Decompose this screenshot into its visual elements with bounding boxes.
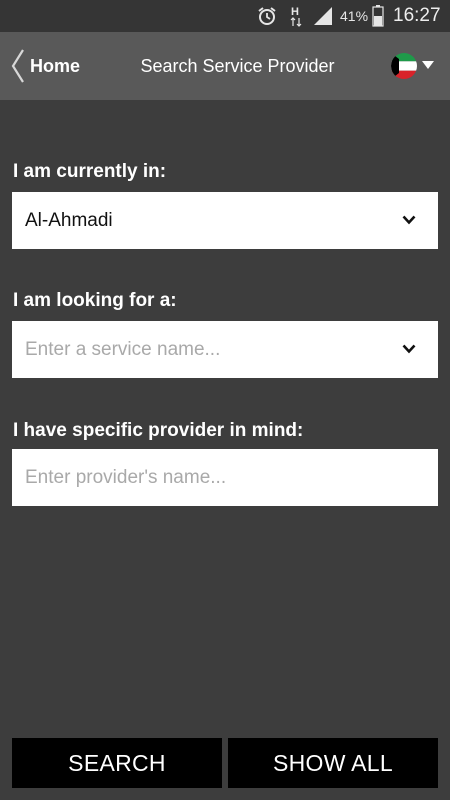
clock-time: 16:27: [393, 5, 441, 26]
svg-text:H: H: [291, 6, 299, 18]
alarm-icon: [258, 7, 276, 25]
caret-down-icon: [422, 61, 434, 69]
back-button[interactable]: Home: [10, 46, 92, 86]
kuwait-flag-icon: [391, 53, 417, 79]
page-title: Search Service Provider: [140, 56, 335, 76]
chevron-down-icon: [402, 215, 416, 225]
network-h-icon: H: [290, 6, 302, 27]
location-value: Al-Ahmadi: [25, 210, 113, 231]
battery-percent: 41%: [340, 8, 369, 24]
app-header: Home Search Service Provider: [0, 32, 450, 100]
service-label: I am looking for a:: [13, 290, 177, 311]
search-button[interactable]: SEARCH: [12, 738, 222, 788]
back-button-label: Home: [30, 55, 81, 76]
provider-field: [12, 449, 438, 506]
battery-icon: [372, 5, 384, 27]
location-label: I am currently in:: [13, 161, 167, 182]
provider-input[interactable]: [12, 449, 438, 506]
show-all-button[interactable]: SHOW ALL: [228, 738, 438, 788]
chevron-down-icon: [402, 344, 416, 354]
signal-icon: [314, 7, 332, 25]
status-bar: H 41% 16:27: [0, 0, 450, 32]
service-placeholder: Enter a service name...: [25, 339, 221, 360]
service-dropdown[interactable]: Enter a service name...: [12, 321, 438, 378]
provider-label: I have specific provider in mind:: [13, 420, 304, 441]
location-dropdown[interactable]: Al-Ahmadi: [12, 192, 438, 249]
language-selector[interactable]: [390, 52, 440, 80]
chevron-left-icon: [11, 49, 24, 83]
